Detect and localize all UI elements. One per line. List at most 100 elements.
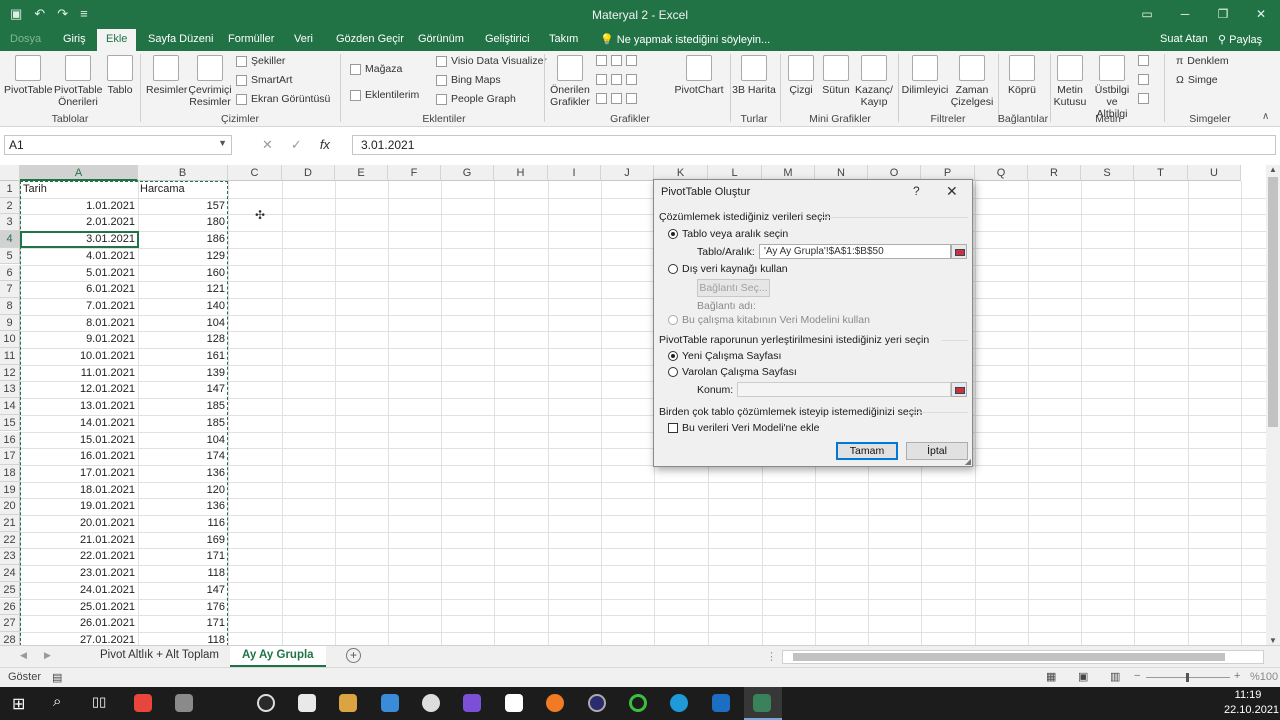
ghost-app-icon[interactable] (298, 694, 316, 712)
pivottable-button[interactable]: PivotTable (4, 55, 52, 96)
row-header[interactable]: 6 (0, 264, 20, 282)
3d-map-button[interactable]: 3B Harita (732, 55, 776, 96)
prev-sheet-icon[interactable]: ◀ (20, 650, 27, 661)
range-input[interactable]: 'Ay Ay Grupla'!$A$1:$B$50 (759, 244, 951, 259)
row-header[interactable]: 10 (0, 331, 20, 348)
scroll-down-icon[interactable]: ▼ (1269, 636, 1277, 645)
recommended-charts-button[interactable]: Önerilen Grafikler (548, 55, 592, 108)
pie-chart-menu[interactable] (596, 93, 637, 104)
ok-button[interactable]: Tamam (836, 442, 898, 460)
sparkline-winloss-button[interactable]: Kazanç/Kayıp (854, 55, 894, 108)
tell-me-search[interactable]: 💡 Ne yapmak istediğini söyleyin... (600, 33, 770, 46)
notion-icon[interactable] (505, 694, 523, 712)
select-all-corner[interactable] (0, 165, 20, 181)
line-chart-menu[interactable] (596, 74, 637, 85)
share-button[interactable]: ⚲ Paylaş (1218, 33, 1262, 46)
row-header[interactable]: 2 (0, 197, 20, 215)
equation-button[interactable]: π Denklem (1176, 55, 1229, 67)
close-button[interactable]: ✕ (1242, 0, 1280, 29)
zoom-in-icon[interactable]: + (1234, 670, 1240, 682)
row-header[interactable]: 11 (0, 348, 20, 365)
eclipse-icon[interactable] (588, 694, 606, 712)
obs-icon[interactable] (257, 694, 275, 712)
column-header-a[interactable]: A (20, 165, 138, 181)
radio-existing-sheet[interactable] (668, 367, 678, 377)
macro-record-icon[interactable]: ▤ (52, 671, 62, 684)
range-collapse-icon[interactable] (951, 244, 967, 259)
name-box[interactable]: A1 ▼ (4, 135, 232, 155)
radio-data-model-label[interactable]: Bu çalışma kitabının Veri Modelini kulla… (682, 314, 870, 326)
screenshot-button[interactable]: Ekran Görüntüsü (236, 93, 330, 105)
visio-button[interactable]: Visio Data Visualizer (436, 55, 547, 67)
next-sheet-icon[interactable]: ▶ (44, 650, 51, 661)
scroll-up-icon[interactable]: ▲ (1269, 165, 1277, 174)
row-header[interactable]: 23 (0, 548, 20, 566)
signature-line-button[interactable] (1138, 74, 1149, 85)
zoom-level[interactable]: %100 (1250, 671, 1278, 683)
tab-insert[interactable]: Ekle (97, 29, 137, 51)
task-view-icon[interactable]: ▯▯ (92, 694, 106, 710)
radio-existing-sheet-label[interactable]: Varolan Çalışma Sayfası (682, 366, 797, 378)
tab-home[interactable]: Giriş (63, 33, 86, 45)
refresh-app-icon[interactable] (629, 694, 647, 712)
normal-view-icon[interactable]: ▦ (1046, 670, 1056, 683)
sparkline-column-button[interactable]: Sütun (819, 55, 853, 96)
row-header[interactable]: 22 (0, 531, 20, 549)
chevron-down-icon[interactable]: ▼ (218, 138, 227, 148)
people-graph-button[interactable]: People Graph (436, 93, 516, 105)
row-header[interactable]: 28 (0, 631, 20, 645)
cat-app-icon[interactable] (339, 694, 357, 712)
tab-file[interactable]: Dosya (10, 33, 41, 45)
row-header[interactable]: 1 (0, 181, 20, 198)
page-break-view-icon[interactable]: ▥ (1110, 670, 1120, 683)
collapse-ribbon-icon[interactable]: ∧ (1262, 111, 1269, 122)
my-addins-button[interactable]: Eklentilerim (350, 89, 419, 101)
row-header[interactable]: 19 (0, 481, 20, 499)
row-header[interactable]: 3 (0, 214, 20, 232)
tab-view[interactable]: Görünüm (418, 33, 464, 45)
textbox-button[interactable]: Metin Kutusu (1052, 55, 1088, 108)
row-header[interactable]: 24 (0, 565, 20, 582)
store-button[interactable]: Mağaza (350, 63, 402, 75)
excel-taskbar-active[interactable] (744, 687, 782, 720)
insert-function-icon[interactable]: fx (320, 137, 330, 153)
sheet-tab-ay-ay-grupla[interactable]: Ay Ay Grupla (230, 646, 326, 667)
column-header-i[interactable]: I (548, 165, 601, 181)
smartart-button[interactable]: SmartArt (236, 74, 292, 86)
vertical-scrollbar[interactable]: ▲ ▼ (1266, 165, 1280, 645)
column-header-r[interactable]: R (1028, 165, 1081, 181)
row-header[interactable]: 9 (0, 314, 20, 332)
sparkline-line-button[interactable]: Çizgi (785, 55, 817, 96)
column-header-h[interactable]: H (494, 165, 548, 181)
object-button[interactable] (1138, 93, 1149, 104)
row-header[interactable]: 17 (0, 448, 20, 465)
ribbon-display-icon[interactable]: ▭ (1128, 0, 1166, 29)
formula-input[interactable]: 3.01.2021 (352, 135, 1276, 155)
dialog-close-button[interactable]: ✕ (946, 183, 958, 200)
radio-select-table-label[interactable]: Tablo veya aralık seçin (682, 228, 788, 240)
pictures-button[interactable]: Resimler (146, 55, 187, 96)
more-options-icon[interactable]: ⋮ (766, 650, 777, 663)
row-header[interactable]: 18 (0, 464, 20, 482)
header-footer-button[interactable]: Üstbilgi ve Altbilgi (1090, 55, 1134, 120)
help-button[interactable]: ? (913, 184, 920, 198)
radio-new-sheet-label[interactable]: Yeni Çalışma Sayfası (682, 350, 781, 362)
add-to-data-model-label[interactable]: Bu verileri Veri Modeli'ne ekle (682, 422, 819, 434)
add-sheet-icon[interactable]: + (346, 648, 361, 663)
row-header[interactable]: 26 (0, 598, 20, 616)
table-button[interactable]: Tablo (106, 55, 134, 96)
column-chart-menu[interactable] (596, 55, 637, 66)
recommended-pivottables-button[interactable]: PivotTable Önerileri (54, 55, 102, 108)
firefox-icon[interactable] (546, 694, 564, 712)
tab-formulas[interactable]: Formüller (228, 33, 274, 45)
link-button[interactable]: Köprü (1004, 55, 1040, 96)
pivotchart-button[interactable]: PivotChart (672, 55, 726, 96)
row-header[interactable]: 20 (0, 498, 20, 515)
column-header-f[interactable]: F (388, 165, 441, 181)
minimize-button[interactable]: ─ (1166, 0, 1204, 29)
tab-review[interactable]: Gözden Geçir (336, 33, 404, 45)
skype-icon[interactable] (670, 694, 688, 712)
radio-external-source[interactable] (668, 264, 678, 274)
zoom-slider-handle[interactable] (1186, 673, 1189, 682)
column-header-d[interactable]: D (282, 165, 335, 181)
